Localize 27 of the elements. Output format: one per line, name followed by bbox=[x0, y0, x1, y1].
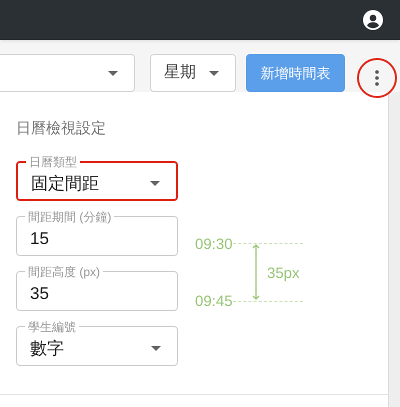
input-field[interactable]: 間距期間 (分鐘) 15 bbox=[16, 208, 178, 256]
field-value: 固定間距 bbox=[31, 172, 99, 195]
guide-line bbox=[233, 242, 303, 244]
field-value: 15 bbox=[30, 228, 49, 250]
select-field[interactable]: 日曆類型 固定間距 bbox=[16, 154, 178, 200]
start-time: 09:30 bbox=[195, 234, 233, 254]
field-value: 35 bbox=[30, 282, 49, 305]
field-label: 間距高度 (px) bbox=[27, 264, 101, 280]
select-field[interactable] bbox=[0, 54, 135, 92]
select-field[interactable]: 學生編號 數字 bbox=[16, 318, 178, 366]
field-label: 學生編號 bbox=[27, 318, 77, 334]
view-select[interactable]: 星期 bbox=[150, 54, 236, 92]
more-icon bbox=[375, 70, 379, 86]
field-label: 日曆類型 bbox=[28, 154, 78, 170]
caret-icon bbox=[209, 70, 219, 76]
guide-line bbox=[233, 300, 303, 302]
caret-icon bbox=[108, 70, 118, 76]
end-time: 09:45 bbox=[195, 292, 233, 312]
field-value: 數字 bbox=[30, 338, 64, 360]
account-icon[interactable] bbox=[363, 10, 383, 30]
height-arrow bbox=[252, 244, 260, 300]
input-field[interactable]: 間距高度 (px) 35 bbox=[16, 264, 178, 310]
panel-title: 日曆檢視設定 bbox=[15, 119, 107, 139]
height-label: 35px bbox=[267, 264, 300, 284]
caret-icon bbox=[150, 181, 160, 186]
field-label: 間距期間 (分鐘) bbox=[27, 208, 112, 224]
caret-icon bbox=[151, 346, 161, 351]
